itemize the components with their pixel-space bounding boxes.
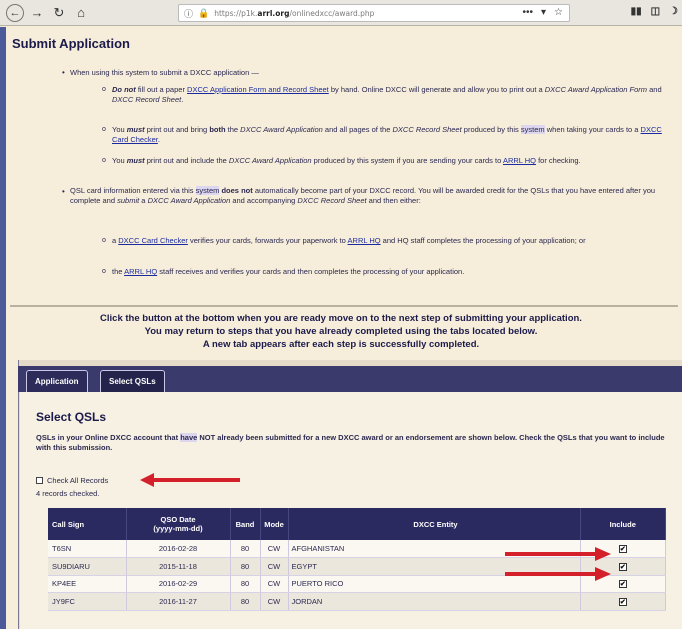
section-divider — [10, 305, 678, 307]
table-header-row: Call Sign QSO Date (yyyy-mm-dd) Band Mode… — [48, 508, 666, 540]
cell-call-sign: JY9FC — [48, 592, 127, 611]
col-dxcc-entity: DXCC Entity — [288, 508, 581, 540]
col-call-sign: Call Sign — [48, 508, 127, 540]
instruction-line-1: Click the button at the bottom when you … — [100, 313, 582, 324]
include-checkbox[interactable]: ✔ — [618, 580, 627, 589]
reload-icon[interactable]: ↻ — [50, 4, 68, 22]
bullet-intro: When using this system to submit a DXCC … — [70, 68, 259, 77]
records-checked-count: 4 records checked. — [36, 489, 100, 498]
cell-mode: CW — [260, 592, 289, 611]
include-checkbox[interactable]: ✔ — [618, 597, 627, 606]
info-icon[interactable]: ⓘ — [184, 7, 193, 20]
arrl-hq-link-2[interactable]: ARRL HQ — [348, 236, 381, 245]
instruction-line-2: You may return to steps that you have al… — [144, 326, 538, 337]
col-mode: Mode — [260, 508, 289, 540]
cell-qso-date: 2016-02-29 — [126, 575, 231, 593]
red-arrow-annotation — [140, 473, 240, 487]
instruction-line-3: A new tab appears after each step is suc… — [202, 339, 480, 350]
cell-band: 80 — [230, 575, 261, 593]
cell-call-sign: T6SN — [48, 540, 127, 558]
cell-mode: CW — [260, 575, 289, 593]
bullet-dot: • — [62, 68, 65, 77]
pocket-icon[interactable]: ▾ — [541, 7, 546, 18]
cell-qso-date: 2016-02-28 — [126, 540, 231, 558]
red-arrow-annotation — [505, 567, 611, 581]
bullet-ring: o — [102, 268, 106, 275]
cell-include: ✔ — [580, 592, 666, 611]
include-checkbox[interactable]: ✔ — [618, 545, 627, 553]
cell-mode: CW — [260, 557, 289, 576]
cell-qso-date: 2016-11-27 — [126, 592, 231, 611]
bullet-sub-3: You must print out and include the DXCC … — [112, 156, 581, 165]
bullet-sub-1: Do not fill out a paper DXCC Application… — [112, 85, 662, 104]
library-icon[interactable]: ▮▮ — [631, 6, 642, 17]
browser-toolbar: ← → ↻ ⌂ ⓘ 🔒 https://p1k.arrl.org/onlined… — [0, 0, 682, 26]
bullet-qsl-info: QSL card information entered via this sy… — [70, 186, 656, 205]
col-include: Include — [580, 508, 666, 540]
check-all-label: Check All Records — [47, 476, 109, 485]
bullet-ring: o — [102, 126, 106, 133]
url-text: https://p1k.arrl.org/onlinedxcc/award.ph… — [214, 8, 375, 18]
back-icon[interactable]: ← — [6, 3, 24, 22]
cell-band: 80 — [230, 540, 261, 558]
cell-band: 80 — [230, 557, 261, 576]
bullet-ring: o — [102, 237, 106, 244]
check-all-records[interactable]: Check All Records — [36, 476, 108, 485]
page-title: Submit Application — [12, 36, 130, 51]
home-menu-icon[interactable]: ☽ — [669, 6, 678, 17]
cell-entity: JORDAN — [288, 592, 581, 611]
dxcc-form-link[interactable]: DXCC Application Form and Record Sheet — [187, 85, 329, 94]
home-icon[interactable]: ⌂ — [72, 4, 90, 22]
bullet-sub-5: the ARRL HQ staff receives and verifies … — [112, 267, 465, 276]
more-actions-icon[interactable]: ••• — [522, 7, 533, 18]
col-qso-date: QSO Date (yyyy-mm-dd) — [126, 508, 231, 540]
cell-mode: CW — [260, 540, 289, 558]
red-arrow-annotation — [505, 547, 611, 561]
table-row: JY9FC 2016-11-27 80 CW JORDAN ✔ — [48, 592, 666, 611]
bullet-ring: o — [102, 157, 106, 164]
cell-call-sign: KP4EE — [48, 575, 127, 593]
check-all-checkbox[interactable] — [36, 477, 43, 484]
bullet-dot: • — [62, 187, 65, 196]
card-checker-link-2[interactable]: DXCC Card Checker — [118, 236, 188, 245]
bullet-ring: o — [102, 86, 106, 93]
arrl-hq-link[interactable]: ARRL HQ — [503, 156, 536, 165]
cell-call-sign: SU9DIARU — [48, 557, 127, 576]
col-band: Band — [230, 508, 261, 540]
section-description: QSLs in your Online DXCC account that ha… — [36, 433, 665, 452]
tab-bar: Application Select QSLs — [18, 366, 682, 392]
cell-qso-date: 2015-11-18 — [126, 557, 231, 576]
bookmark-star-icon[interactable]: ☆ — [554, 7, 563, 18]
bullet-sub-4: a DXCC Card Checker verifies your cards,… — [112, 236, 586, 245]
lock-icon: 🔒 — [198, 7, 210, 18]
section-title: Select QSLs — [36, 410, 107, 424]
tab-select-qsls[interactable]: Select QSLs — [100, 370, 165, 392]
forward-icon[interactable]: → — [28, 4, 46, 22]
cell-band: 80 — [230, 592, 261, 611]
tab-application[interactable]: Application — [26, 370, 88, 392]
address-bar[interactable]: ⓘ 🔒 https://p1k.arrl.org/onlinedxcc/awar… — [178, 4, 570, 22]
sidebar-icon[interactable]: ◫ — [651, 6, 660, 17]
include-checkbox[interactable]: ✔ — [618, 562, 627, 571]
arrl-hq-link-3[interactable]: ARRL HQ — [124, 267, 157, 276]
bullet-sub-2: You must print out and bring both the DX… — [112, 125, 662, 144]
